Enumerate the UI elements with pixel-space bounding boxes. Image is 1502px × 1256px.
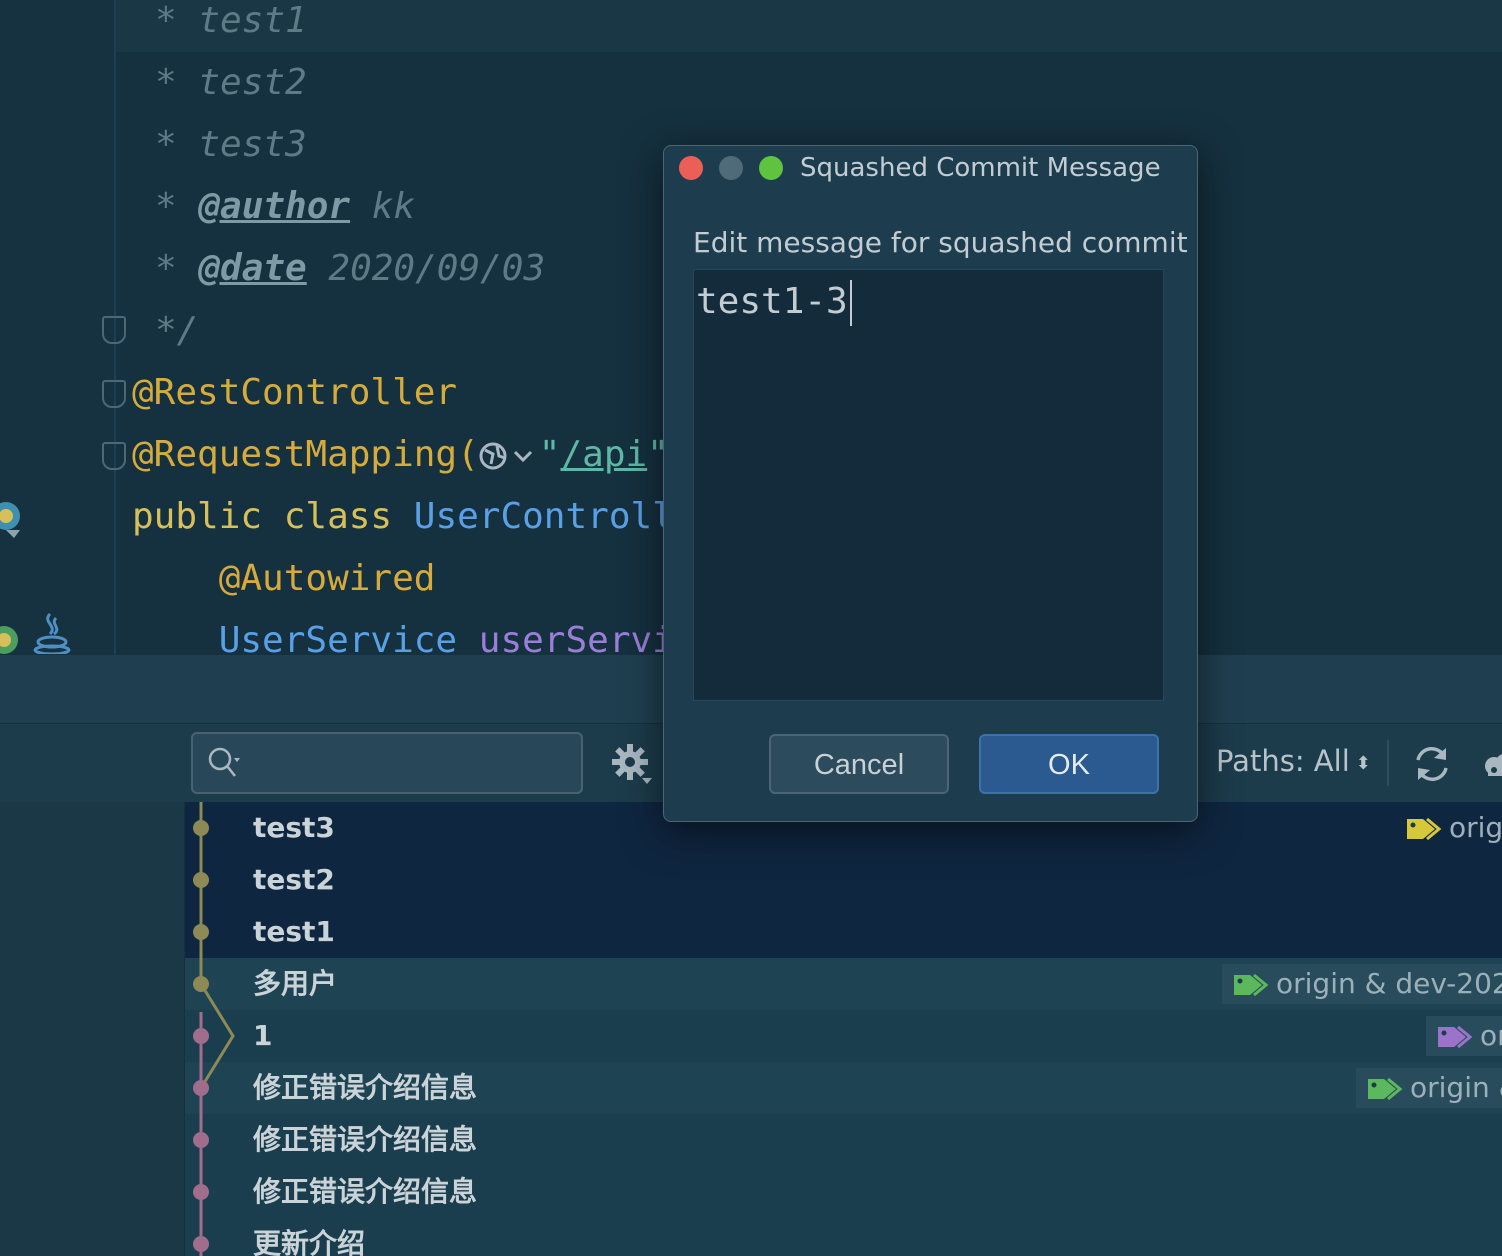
code-line: public class UserController bbox=[132, 486, 717, 548]
branch-ref-badge: origi bbox=[1395, 808, 1502, 848]
commit-message: test2 bbox=[253, 863, 335, 896]
toolbar-separator bbox=[1387, 740, 1389, 786]
commit-message-textarea[interactable]: test1-3 bbox=[693, 269, 1164, 701]
table-row[interactable]: 更新介绍 bbox=[185, 1218, 1502, 1256]
spring-bean-icon[interactable] bbox=[0, 496, 26, 540]
code-token: kk bbox=[350, 186, 416, 227]
code-line: UserService userService bbox=[132, 610, 718, 655]
ok-button[interactable]: OK bbox=[979, 734, 1159, 794]
code-token: @author bbox=[198, 186, 351, 227]
code-line: @Autowired bbox=[132, 548, 436, 610]
branch-ref-label: ori bbox=[1480, 1019, 1502, 1052]
code-token: 2020/09/03 bbox=[306, 248, 546, 289]
current-line-highlight bbox=[116, 0, 1502, 52]
commit-log-table[interactable]: test3 origi test2 test1 多用户 origin & dev-2020… bbox=[185, 802, 1502, 1256]
message-label: Edit message for squashed commit bbox=[693, 226, 1188, 259]
commit-message: test1 bbox=[253, 915, 335, 948]
commit-message: 多用户 bbox=[253, 967, 338, 1000]
search-icon bbox=[208, 747, 240, 777]
code-line: * test3 bbox=[155, 114, 307, 176]
refresh-icon[interactable] bbox=[1412, 744, 1452, 784]
branch-ref-badge: origin & dev-2020 bbox=[1222, 964, 1502, 1004]
fold-marker-icon[interactable] bbox=[102, 442, 126, 470]
branch-ref-label: origin & bbox=[1410, 1071, 1502, 1104]
code-token: * bbox=[155, 248, 199, 289]
fold-marker-icon[interactable] bbox=[102, 316, 126, 344]
commit-message: 修正错误介绍信息 bbox=[253, 1071, 478, 1104]
gear-icon[interactable] bbox=[610, 742, 654, 786]
code-token: " bbox=[538, 434, 561, 475]
search-input[interactable] bbox=[191, 732, 583, 794]
cancel-button[interactable]: Cancel bbox=[769, 734, 949, 794]
code-line: @RestController bbox=[132, 362, 457, 424]
branches-pane[interactable] bbox=[0, 802, 185, 1256]
chevron-up-down-icon: ⬍ bbox=[1355, 752, 1371, 774]
spring-bean-icon[interactable] bbox=[0, 618, 20, 654]
branch-ref-label: origi bbox=[1449, 811, 1502, 844]
table-row[interactable]: 修正错误介绍信息 bbox=[185, 1114, 1502, 1166]
table-row[interactable]: 修正错误介绍信息 origin & bbox=[185, 1062, 1502, 1114]
table-row[interactable]: test1 bbox=[185, 906, 1502, 958]
commit-message: 修正错误介绍信息 bbox=[253, 1123, 478, 1156]
branch-ref-label: origin & dev-2020 bbox=[1276, 967, 1502, 1000]
commit-message-value: test1-3 bbox=[696, 281, 848, 322]
text-caret bbox=[849, 280, 852, 326]
cloud-icon[interactable] bbox=[1480, 746, 1502, 782]
commit-message: test3 bbox=[253, 811, 335, 844]
tag-icon bbox=[1407, 817, 1442, 841]
table-row[interactable]: 1ori bbox=[185, 1010, 1502, 1062]
code-token: */ bbox=[155, 310, 199, 351]
code-token: @RestController bbox=[132, 372, 458, 413]
paths-filter-dropdown[interactable]: Paths: All ⬍ bbox=[1216, 744, 1371, 778]
commit-message: 修正错误介绍信息 bbox=[253, 1175, 478, 1208]
java-icon[interactable] bbox=[32, 612, 72, 654]
code-token: @RequestMapping( bbox=[132, 434, 479, 475]
globe-icon[interactable] bbox=[479, 438, 539, 474]
squashed-commit-dialog: Squashed Commit Message Edit message for… bbox=[663, 145, 1198, 822]
commit-graph bbox=[193, 802, 235, 1256]
fold-marker-icon[interactable] bbox=[102, 380, 126, 408]
code-line: * @date 2020/09/03 bbox=[155, 238, 545, 300]
code-token: * test1 bbox=[155, 0, 307, 41]
code-token: * bbox=[155, 186, 199, 227]
branch-ref-badge: ori bbox=[1426, 1016, 1502, 1056]
code-line: * @author kk bbox=[155, 176, 415, 238]
table-row[interactable]: 修正错误介绍信息 bbox=[185, 1166, 1502, 1218]
tag-icon bbox=[1438, 1025, 1473, 1049]
branch-ref-badge: origin & bbox=[1356, 1068, 1502, 1108]
paths-filter-label: Paths: All bbox=[1216, 744, 1350, 778]
close-window-button[interactable] bbox=[679, 156, 703, 180]
code-line: * test1 bbox=[155, 0, 307, 52]
tag-icon bbox=[1234, 973, 1269, 997]
minimize-window-button[interactable] bbox=[719, 156, 743, 180]
dialog-title: Squashed Commit Message bbox=[800, 153, 1161, 183]
table-row[interactable]: test2 bbox=[185, 854, 1502, 906]
code-token: * test2 bbox=[155, 62, 307, 103]
zoom-window-button[interactable] bbox=[759, 156, 783, 180]
editor-gutter bbox=[0, 0, 115, 655]
code-token: /api bbox=[560, 434, 648, 475]
code-line: */ bbox=[155, 300, 198, 362]
code-line: @RequestMapping("/api" bbox=[132, 424, 669, 486]
code-line: * test2 bbox=[155, 52, 307, 114]
table-row[interactable]: 多用户 origin & dev-2020 bbox=[185, 958, 1502, 1010]
code-token: * test3 bbox=[155, 124, 307, 165]
commit-message: 更新介绍 bbox=[253, 1227, 366, 1256]
code-token: public class bbox=[132, 496, 414, 537]
code-token: @Autowired bbox=[132, 558, 436, 599]
code-token: UserService bbox=[132, 620, 479, 655]
code-token: @date bbox=[198, 248, 307, 289]
tag-icon bbox=[1368, 1077, 1403, 1101]
